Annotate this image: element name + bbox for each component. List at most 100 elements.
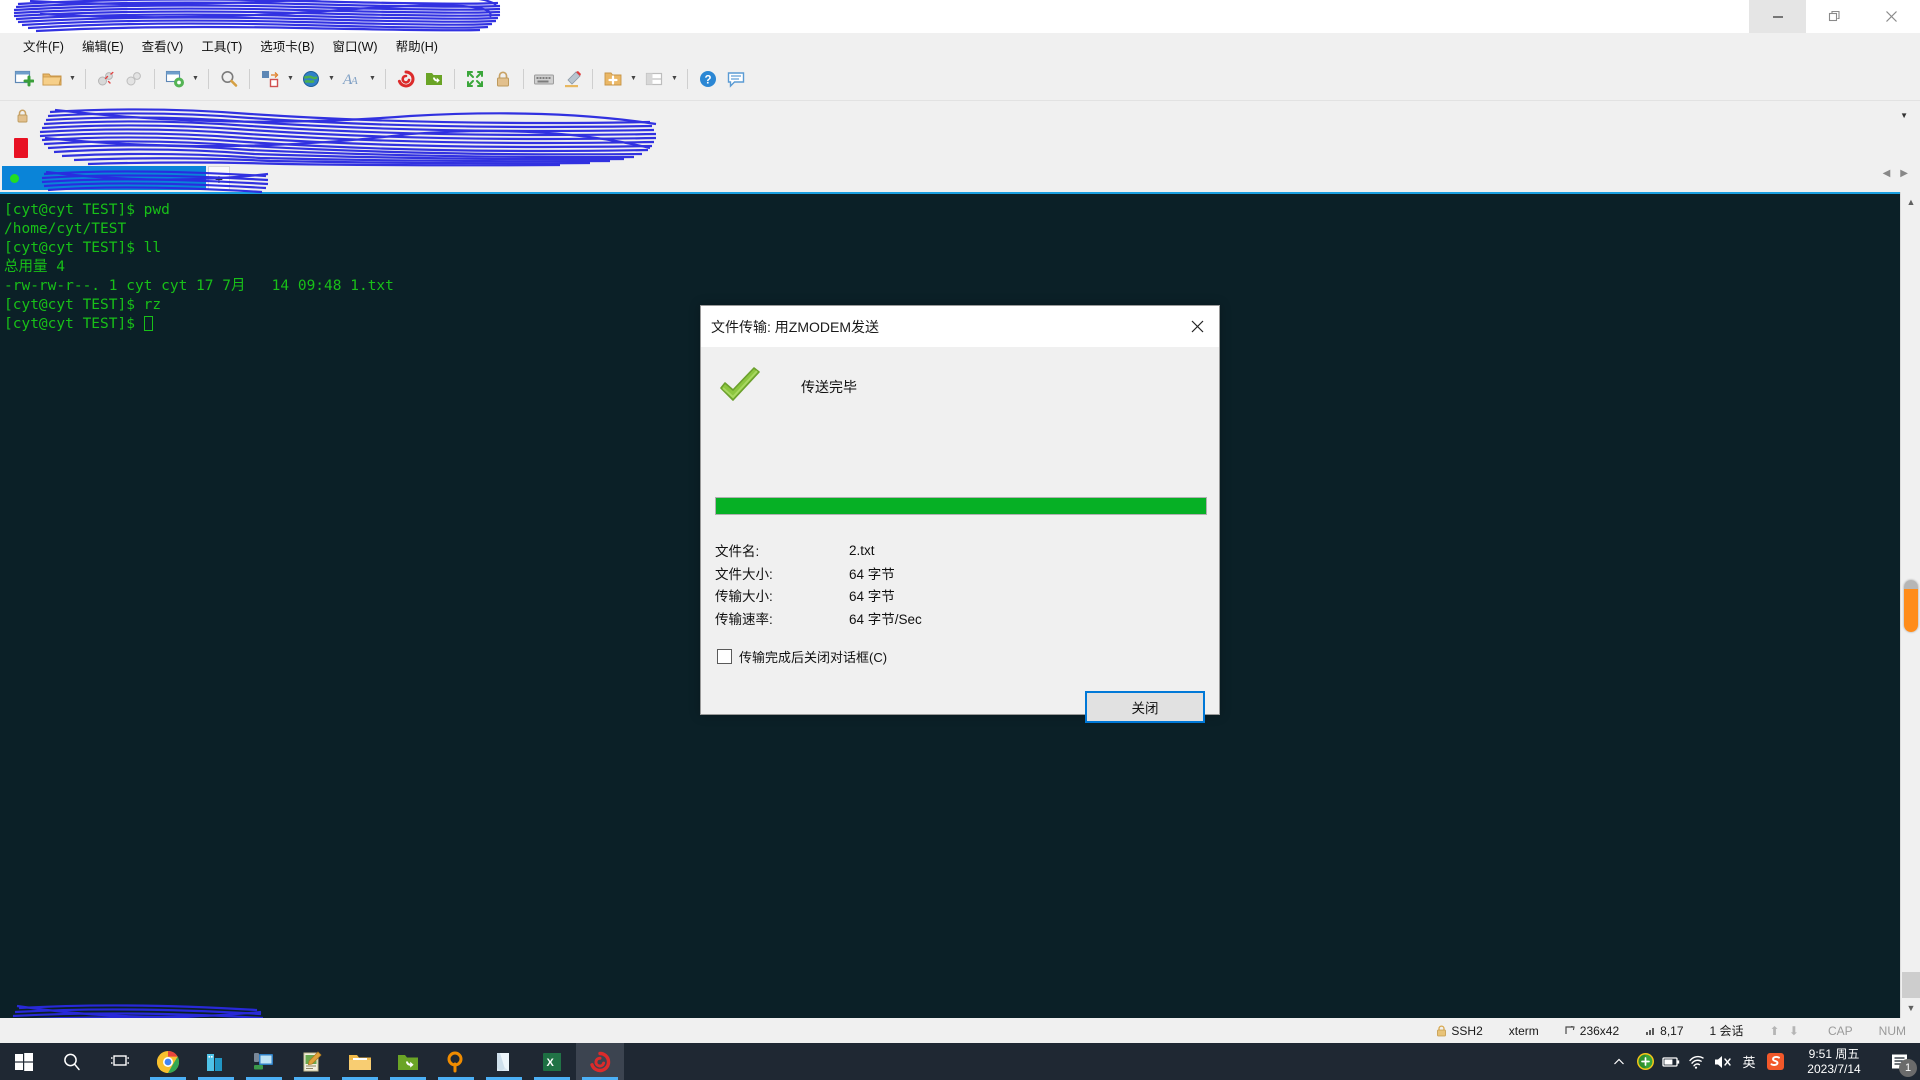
connect-link-button[interactable] bbox=[120, 65, 148, 93]
keyboard-button[interactable] bbox=[530, 65, 558, 93]
menu-item-tools[interactable]: 工具(T) bbox=[192, 34, 251, 57]
tray-security-button[interactable] bbox=[1632, 1043, 1658, 1080]
window-titlebar bbox=[0, 0, 1920, 33]
new-session-icon bbox=[14, 70, 34, 86]
transfer-icon bbox=[262, 70, 279, 87]
help-icon: ? bbox=[700, 70, 716, 87]
menu-item-help[interactable]: 帮助(H) bbox=[387, 34, 447, 57]
tab-session-active[interactable] bbox=[2, 166, 206, 190]
taskbar-app-chrome[interactable] bbox=[144, 1043, 192, 1080]
open-folder-dropdown[interactable]: ▼ bbox=[66, 65, 79, 93]
toolbar-separator bbox=[249, 68, 250, 89]
globe-button[interactable] bbox=[297, 65, 325, 93]
tab-close-button[interactable] bbox=[14, 138, 28, 158]
clock-date: 2023/7/14 bbox=[1807, 1061, 1861, 1076]
chevron-down-icon[interactable]: ▼ bbox=[1900, 111, 1908, 120]
svg-text:A: A bbox=[350, 75, 358, 87]
disconnect-button[interactable] bbox=[92, 65, 120, 93]
status-num-indicator: NUM bbox=[1878, 1023, 1906, 1038]
layout-dropdown[interactable]: ▼ bbox=[668, 65, 681, 93]
detail-row-transferrate: 传输速率: 64 字节/Sec bbox=[715, 607, 1207, 630]
minimize-button[interactable] bbox=[1749, 0, 1806, 33]
detail-label: 传输大小: bbox=[715, 589, 773, 605]
menu-item-tabs[interactable]: 选项卡(B) bbox=[251, 34, 323, 57]
menu-item-file[interactable]: 文件(F) bbox=[14, 34, 73, 57]
tab-scroll-right-icon[interactable]: ▶ bbox=[1900, 168, 1908, 179]
lock-icon bbox=[497, 70, 509, 86]
scrollbar-thumb[interactable] bbox=[1904, 580, 1918, 632]
globe-dropdown[interactable]: ▼ bbox=[325, 65, 338, 93]
tray-volume-button[interactable] bbox=[1710, 1043, 1736, 1080]
taskbar-clock[interactable]: 9:51 周五 2023/7/14 bbox=[1788, 1043, 1880, 1080]
taskbar-app-xftp[interactable] bbox=[384, 1043, 432, 1080]
lock-button[interactable] bbox=[489, 65, 517, 93]
help-button[interactable]: ? bbox=[694, 65, 722, 93]
lock-icon bbox=[1437, 1024, 1447, 1036]
tray-expand-button[interactable] bbox=[1606, 1043, 1632, 1080]
taskbar-app-xshell[interactable] bbox=[576, 1043, 624, 1080]
taskbar-app-editor[interactable] bbox=[288, 1043, 336, 1080]
find-button[interactable] bbox=[215, 65, 243, 93]
tab-scroll-left-icon[interactable]: ◀ bbox=[1883, 168, 1891, 179]
fullscreen-button[interactable] bbox=[461, 65, 489, 93]
globe-icon bbox=[303, 70, 319, 87]
tab-scroll-arrows[interactable]: ◀ ▶ bbox=[1883, 168, 1908, 179]
new-folder-dropdown[interactable]: ▼ bbox=[627, 65, 640, 93]
xftp-button[interactable] bbox=[420, 65, 448, 93]
dialog-close-button[interactable] bbox=[1175, 306, 1219, 347]
shield-green-icon bbox=[1636, 1053, 1654, 1070]
layout-button[interactable] bbox=[640, 65, 668, 93]
dialog-status-text: 传送完毕 bbox=[801, 379, 857, 395]
close-button[interactable] bbox=[1863, 0, 1920, 33]
green-check-icon bbox=[720, 367, 760, 401]
taskbar-app-notepad[interactable] bbox=[480, 1043, 528, 1080]
tray-ime-language[interactable]: 英 bbox=[1736, 1043, 1762, 1080]
transfer-button[interactable] bbox=[256, 65, 284, 93]
font-icon: A A bbox=[342, 72, 358, 88]
system-tray: 英 9:51 周五 2023/7/14 1 bbox=[1606, 1043, 1920, 1080]
taskbar-app-excel[interactable]: X bbox=[528, 1043, 576, 1080]
tray-sogou-ime-button[interactable] bbox=[1762, 1043, 1788, 1080]
taskbar-app-everything-search[interactable] bbox=[432, 1043, 480, 1080]
new-folder-button[interactable] bbox=[599, 65, 627, 93]
toolbar-separator bbox=[385, 68, 386, 89]
detail-label: 传输速率: bbox=[715, 611, 773, 627]
taskbar-app-file-explorer[interactable] bbox=[336, 1043, 384, 1080]
menu-item-edit[interactable]: 编辑(E) bbox=[73, 34, 133, 57]
terminal-scrollbar[interactable]: ▲ ▼ bbox=[1900, 192, 1920, 1018]
taskbar-app-blue[interactable] bbox=[192, 1043, 240, 1080]
toolbar-separator bbox=[85, 68, 86, 89]
font-button[interactable]: A A bbox=[338, 65, 366, 93]
windows-taskbar: X 英 9:51 周五 2023/7/14 1 bbox=[0, 1043, 1920, 1080]
new-tab-button[interactable]: + bbox=[208, 166, 230, 190]
notification-center-button[interactable]: 1 bbox=[1880, 1043, 1920, 1080]
tray-network-button[interactable] bbox=[1684, 1043, 1710, 1080]
new-session-button[interactable] bbox=[10, 65, 38, 93]
tray-battery-button[interactable] bbox=[1658, 1043, 1684, 1080]
transfer-dropdown[interactable]: ▼ bbox=[284, 65, 297, 93]
session-options-button[interactable] bbox=[161, 65, 189, 93]
new-folder-icon bbox=[604, 72, 622, 85]
restore-button[interactable] bbox=[1806, 0, 1863, 33]
session-address-bar[interactable]: ▼ bbox=[0, 100, 1920, 130]
scrollbar-up-icon[interactable]: ▲ bbox=[1901, 192, 1920, 212]
menu-item-view[interactable]: 查看(V) bbox=[133, 34, 193, 57]
close-on-complete-checkbox-row[interactable]: 传输完成后关闭对话框(C) bbox=[717, 647, 887, 666]
start-button[interactable] bbox=[0, 1043, 48, 1080]
search-button[interactable] bbox=[48, 1043, 96, 1080]
taskbar-app-remote-desktop[interactable] bbox=[240, 1043, 288, 1080]
connect-link-icon bbox=[126, 71, 141, 85]
open-folder-button[interactable] bbox=[38, 65, 66, 93]
font-dropdown[interactable]: ▼ bbox=[366, 65, 379, 93]
open-folder-icon bbox=[42, 73, 62, 85]
comment-button[interactable] bbox=[722, 65, 750, 93]
session-options-dropdown[interactable]: ▼ bbox=[189, 65, 202, 93]
close-on-complete-checkbox[interactable] bbox=[717, 649, 732, 664]
menu-item-window[interactable]: 窗口(W) bbox=[323, 34, 386, 57]
xshell-button[interactable] bbox=[392, 65, 420, 93]
dialog-ok-close-button[interactable]: 关闭 bbox=[1085, 691, 1205, 723]
close-on-complete-label: 传输完成后关闭对话框(C) bbox=[739, 650, 888, 665]
task-view-button[interactable] bbox=[96, 1043, 144, 1080]
highlight-button[interactable] bbox=[558, 65, 586, 93]
scrollbar-down-icon[interactable]: ▼ bbox=[1901, 998, 1920, 1018]
